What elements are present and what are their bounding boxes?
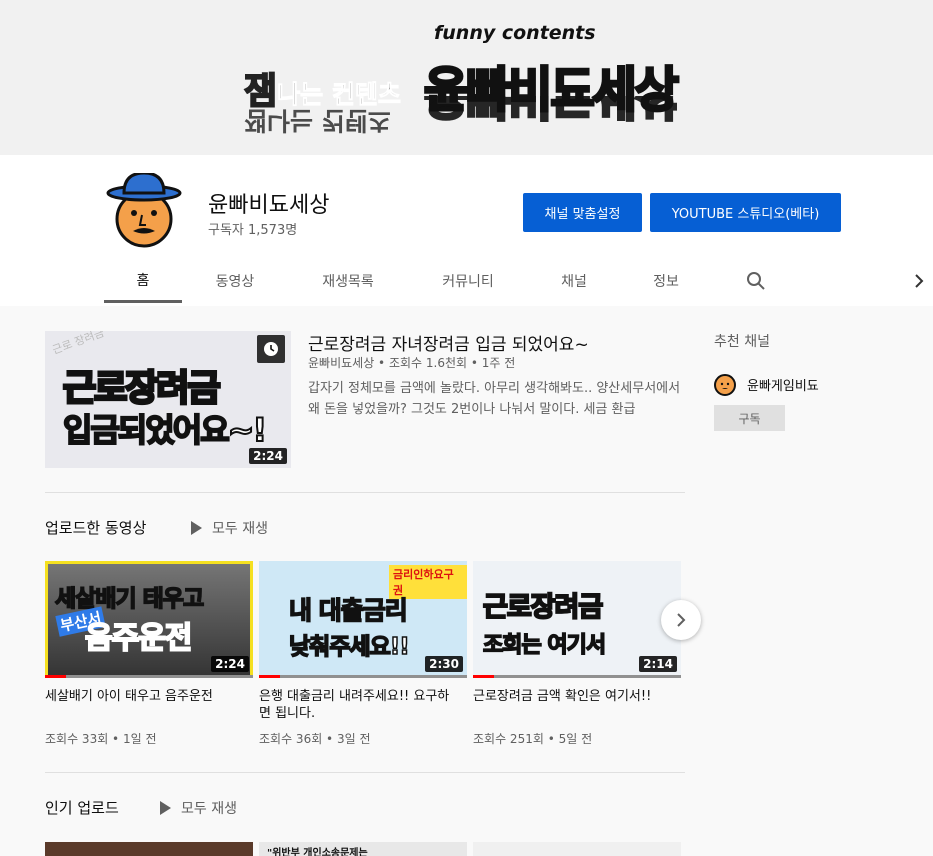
video-thumbnail-1[interactable]: 세살배기 태우고 부산서 음주운전 2:24 — [45, 561, 253, 678]
featured-channel-avatar[interactable] — [714, 374, 736, 396]
banner-title-reflection: 윤빠비됴세상 — [424, 96, 677, 126]
popular-play-all[interactable]: 모두 재생 — [160, 798, 237, 818]
chevron-right-icon[interactable] — [905, 259, 933, 303]
thumb-text-1: 근로장려금 — [62, 367, 223, 411]
thumb-text-2: 입금되었어요~! — [62, 410, 268, 450]
popular-thumbnail-3[interactable] — [473, 842, 681, 856]
video-duration: 2:24 — [249, 448, 287, 464]
banner-subtitle-reflection: 잼나는 컨텐츠 — [244, 106, 391, 135]
uploads-play-all[interactable]: 모두 재생 — [191, 518, 268, 538]
video-thumbnail-2[interactable]: 금리인하요구권 내 대출금리 낮춰주세요!! 2:30 — [259, 561, 467, 678]
featured-video-thumbnail[interactable]: 근로 장려금 근로장려금 입금되었어요~! 2:24 — [45, 331, 291, 468]
watch-progress-bar — [45, 675, 253, 678]
video-thumbnail-3[interactable]: 근로장려금 조회는 여기서 2:14 — [473, 561, 681, 678]
video-title-1[interactable]: 세살배기 아이 태우고 음주운전 — [45, 688, 245, 705]
featured-channel-name[interactable]: 윤빠게임비됴 — [747, 375, 819, 394]
tab-channels[interactable]: 채널 — [546, 259, 602, 303]
featured-video-description: 갑자기 정체모를 금액에 놀랐다. 아무리 생각해봐도.. 양산세무서에서 왜 … — [308, 381, 681, 417]
customize-channel-button[interactable]: 채널 맞춤설정 — [523, 193, 642, 232]
popular-thumbnail-2[interactable]: "위반부 개인소송문제는 — [259, 842, 467, 856]
thumb-watermark: 근로 장려금 — [50, 331, 106, 357]
featured-video-meta: 윤빠비됴세상 • 조회수 1.6천회 • 1주 전 — [308, 356, 516, 370]
video-meta-3: 조회수 251회 • 5일 전 — [473, 732, 593, 746]
video-title-3[interactable]: 근로장려금 금액 확인은 여기서!! — [473, 688, 673, 705]
video-meta-2: 조회수 36회 • 3일 전 — [259, 732, 371, 746]
watch-progress-bar — [259, 675, 467, 678]
featured-channels-title: 추천 채널 — [714, 334, 770, 350]
featured-video-title[interactable]: 근로장려금 자녀장려금 입금 되었어요~ — [308, 330, 589, 355]
watch-progress-bar — [473, 675, 681, 678]
play-icon — [191, 521, 202, 535]
play-icon — [160, 801, 171, 815]
tab-playlists[interactable]: 재생목록 — [305, 259, 391, 303]
video-meta-1: 조회수 33회 • 1일 전 — [45, 732, 157, 746]
uploads-section-title[interactable]: 업로드한 동영상 — [45, 517, 146, 538]
channel-banner: funny contents 잼나는 컨텐츠 윤빠비됴세상 잼나는 컨텐츠 윤빠… — [0, 0, 933, 155]
tab-community[interactable]: 커뮤니티 — [425, 259, 511, 303]
tab-videos[interactable]: 동영상 — [200, 259, 270, 303]
channel-header: 윤빠비됴세상 구독자 1,573명 채널 맞춤설정 YOUTUBE 스튜디오(베… — [0, 155, 933, 306]
watch-later-icon[interactable] — [257, 335, 285, 363]
subscribe-button[interactable]: 구독 — [714, 405, 785, 431]
banner-tagline: funny contents — [434, 22, 596, 44]
tab-home[interactable]: 홈 — [104, 259, 182, 303]
search-icon[interactable] — [736, 259, 776, 303]
channel-avatar[interactable] — [106, 171, 182, 249]
channel-name: 윤빠비됴세상 — [208, 193, 330, 218]
section-divider — [45, 772, 685, 773]
banner-art: funny contents 잼나는 컨텐츠 윤빠비됴세상 잼나는 컨텐츠 윤빠… — [234, 22, 702, 150]
avatar-face-icon — [106, 171, 182, 248]
channel-tabs: 홈 동영상 재생목록 커뮤니티 채널 정보 — [0, 259, 933, 305]
popular-section-title[interactable]: 인기 업로드 — [45, 797, 119, 818]
popular-thumbnail-1[interactable] — [45, 842, 253, 856]
tab-about[interactable]: 정보 — [638, 259, 694, 303]
section-divider — [45, 492, 685, 493]
studio-button[interactable]: YOUTUBE 스튜디오(베타) — [650, 193, 841, 232]
subscriber-count: 구독자 1,573명 — [208, 223, 298, 238]
shelf-next-arrow-icon[interactable] — [661, 600, 701, 640]
video-title-2[interactable]: 은행 대출금리 내려주세요!! 요구하면 됩니다. — [259, 688, 459, 722]
